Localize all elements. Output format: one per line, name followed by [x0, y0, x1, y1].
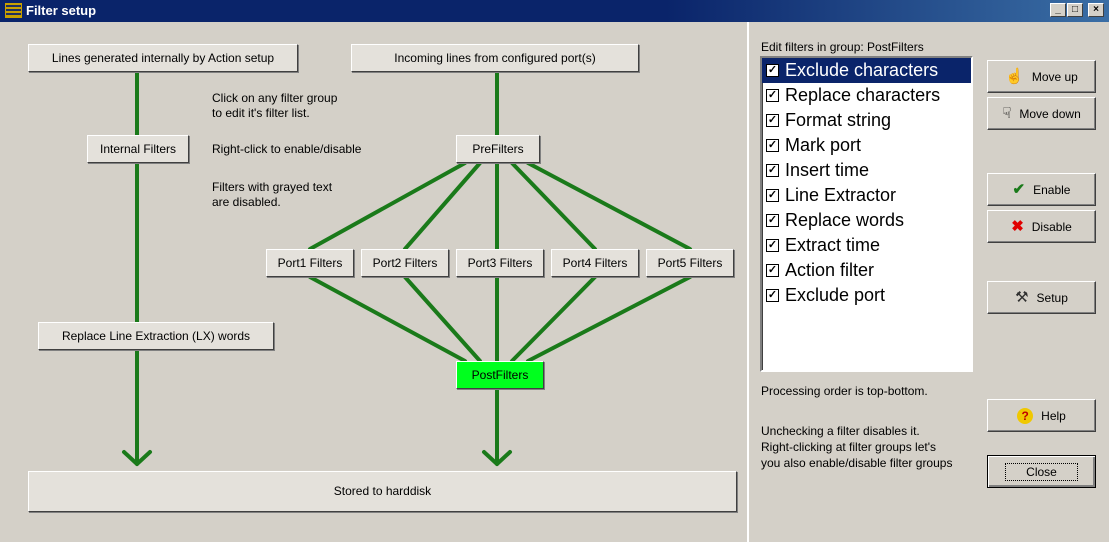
move-up-button[interactable]: ☝ Move up	[987, 60, 1096, 93]
filter-checkbox[interactable]: ✓	[766, 239, 779, 252]
disable-button[interactable]: ✖ Disable	[987, 210, 1096, 243]
filter-checkbox[interactable]: ✓	[766, 289, 779, 302]
internal-source-box: Lines generated internally by Action set…	[28, 44, 298, 72]
filter-listbox[interactable]: ✓ Exclude characters ✓ Replace characters ✓ F…	[760, 56, 973, 372]
help-button[interactable]: ? Help	[987, 399, 1096, 432]
filter-list-item[interactable]: ✓ Replace characters	[762, 83, 971, 108]
uncheck-hint: Unchecking a filter disables it.	[761, 424, 920, 438]
flow-lines	[122, 70, 692, 466]
filter-checkbox[interactable]: ✓	[766, 139, 779, 152]
filter-list-item[interactable]: ✓ Insert time	[762, 158, 971, 183]
filter-checkbox[interactable]: ✓	[766, 189, 779, 202]
filter-list-item[interactable]: ✓ Exclude characters	[762, 58, 971, 83]
port2-filters-button[interactable]: Port2 Filters	[361, 249, 449, 277]
prefilters-button[interactable]: PreFilters	[456, 135, 540, 163]
setup-button[interactable]: ⚒ Setup	[987, 281, 1096, 314]
red-x-icon: ✖	[1011, 218, 1024, 235]
filter-checkbox[interactable]: ✓	[766, 264, 779, 277]
filter-checkbox[interactable]: ✓	[766, 164, 779, 177]
replace-lx-words-button[interactable]: Replace Line Extraction (LX) words	[38, 322, 274, 350]
postfilters-button[interactable]: PostFilters	[456, 361, 544, 389]
port1-filters-button[interactable]: Port1 Filters	[266, 249, 354, 277]
port3-filters-button[interactable]: Port3 Filters	[456, 249, 544, 277]
filter-label: Replace words	[785, 210, 905, 230]
filter-list-item[interactable]: ✓ Exclude port	[762, 283, 971, 308]
filter-label: Line Extractor	[785, 185, 897, 205]
port5-filters-button[interactable]: Port5 Filters	[646, 249, 734, 277]
filter-list-item[interactable]: ✓ Extract time	[762, 233, 971, 258]
stored-to-harddisk-box: Stored to harddisk	[28, 471, 737, 512]
filter-list-item[interactable]: ✓ Line Extractor	[762, 183, 971, 208]
filter-label: Exclude characters	[785, 60, 939, 80]
checkmark-icon: ✔	[1012, 181, 1026, 198]
filter-label: Format string	[785, 110, 892, 130]
close-button[interactable]: Close	[987, 455, 1096, 488]
enable-button[interactable]: ✔ Enable	[987, 173, 1096, 206]
grayed-text-note: Filters with grayed text are disabled.	[212, 180, 333, 209]
edit-filters-caption: Edit filters in group: PostFilters	[761, 40, 924, 54]
click-group-note: Click on any filter group to edit it's f…	[212, 91, 338, 120]
maximize-button[interactable]: □	[1067, 3, 1083, 17]
window-title: Filter setup	[26, 3, 97, 18]
title-bar[interactable]: Filter setup _ □ ×	[0, 0, 1109, 22]
port4-filters-button[interactable]: Port4 Filters	[551, 249, 639, 277]
filter-list-item[interactable]: ✓ Action filter	[762, 258, 971, 283]
filter-flow-diagram: Lines generated internally by Action set…	[0, 22, 749, 542]
right-click-note: Right-click to enable/disable	[212, 142, 362, 156]
filter-list-item[interactable]: ✓ Mark port	[762, 133, 971, 158]
filter-label: Mark port	[785, 135, 862, 155]
filter-label: Exclude port	[785, 285, 886, 305]
filter-list-item[interactable]: ✓ Replace words	[762, 208, 971, 233]
processing-order-hint: Processing order is top-bottom.	[761, 384, 928, 398]
filter-label: Extract time	[785, 235, 881, 255]
internal-filters-button[interactable]: Internal Filters	[87, 135, 189, 163]
filter-checkbox[interactable]: ✓	[766, 64, 779, 77]
question-icon: ?	[1017, 407, 1034, 424]
app-icon	[5, 3, 22, 18]
rightclick-hint-line2: you also enable/disable filter groups	[761, 456, 953, 470]
close-window-button[interactable]: ×	[1088, 3, 1104, 17]
filter-checkbox[interactable]: ✓	[766, 89, 779, 102]
minimize-button[interactable]: _	[1050, 3, 1066, 17]
hand-down-icon: ☟	[1002, 105, 1012, 122]
filter-label: Action filter	[785, 260, 875, 280]
filter-checkbox[interactable]: ✓	[766, 214, 779, 227]
move-down-button[interactable]: ☟ Move down	[987, 97, 1096, 130]
incoming-source-box: Incoming lines from configured port(s)	[351, 44, 639, 72]
wrench-icon: ⚒	[1015, 289, 1029, 306]
filter-label: Replace characters	[785, 85, 941, 105]
filter-label: Insert time	[785, 160, 870, 180]
filter-list-item[interactable]: ✓ Format string	[762, 108, 971, 133]
rightclick-hint-line1: Right-clicking at filter groups let's	[761, 440, 937, 454]
filter-checkbox[interactable]: ✓	[766, 114, 779, 127]
hand-up-icon: ☝	[1005, 68, 1024, 85]
